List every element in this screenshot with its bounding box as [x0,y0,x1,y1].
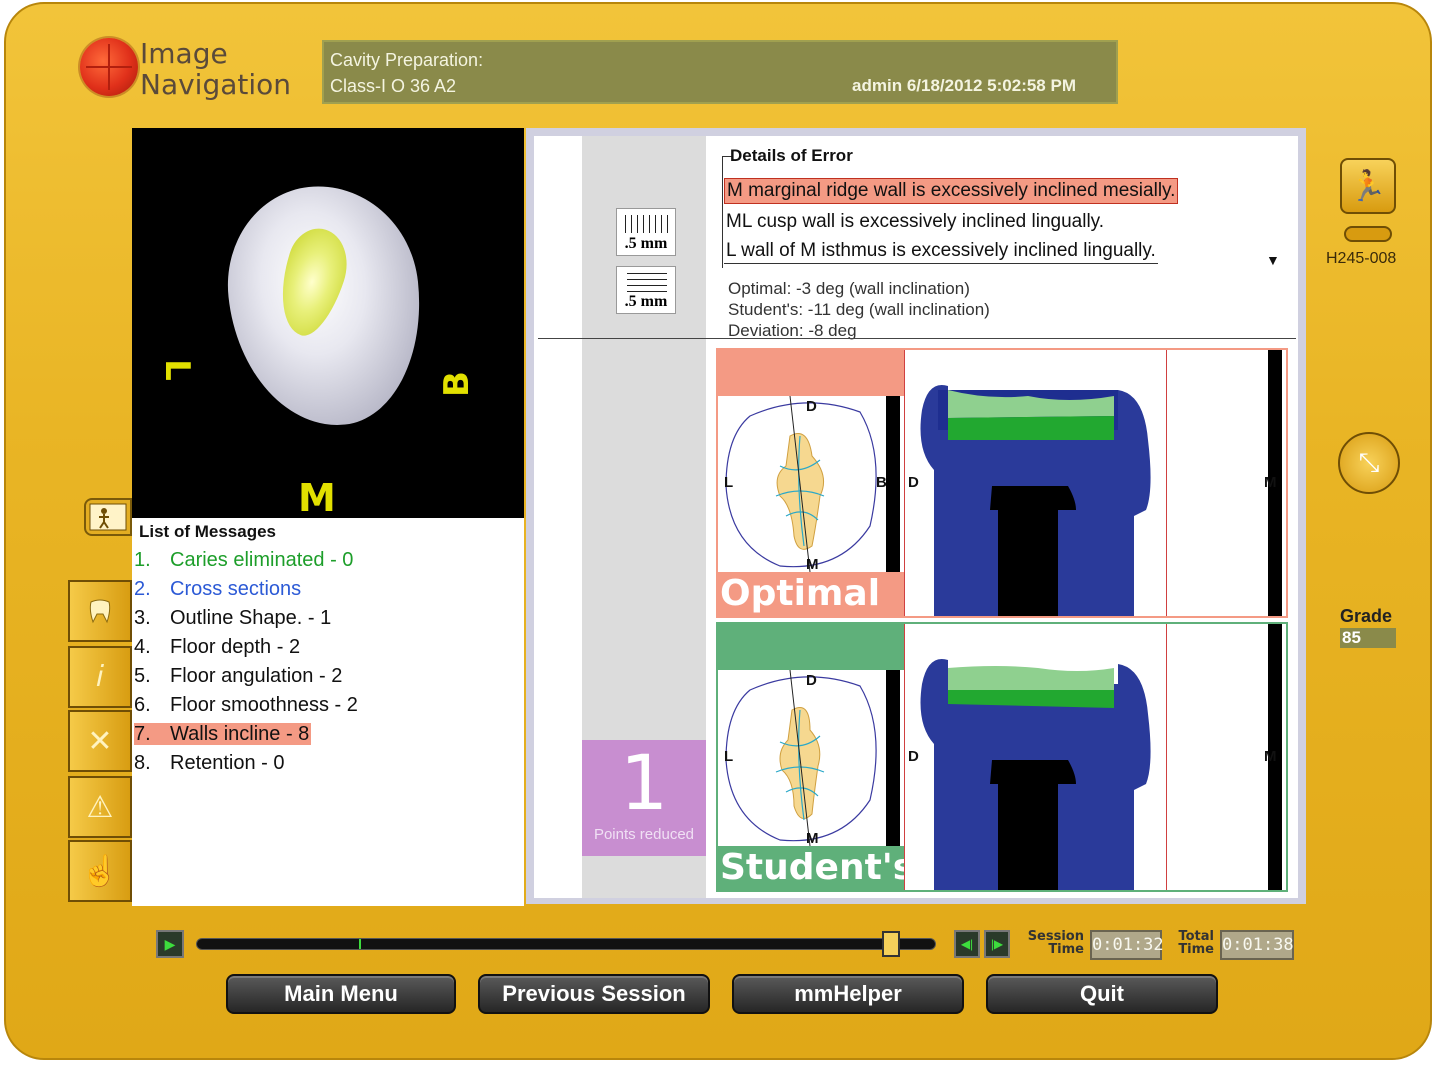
orientation-label-right: B [436,371,477,397]
hand-icon: ☝ [81,854,119,888]
main-menu-button[interactable]: Main Menu [226,974,456,1014]
warning-tool-button[interactable]: ⚠ [68,776,132,838]
main-content: .5 mm .5 mm 1 Points reduced Details of … [534,136,1298,898]
orientation-label-left: L [156,359,197,381]
optimal-value: Optimal: -3 deg (wall inclination) [728,279,970,298]
warning-icon: ⚠ [86,790,114,824]
logo: Image Navigation [80,38,310,102]
mmhelper-button[interactable]: mmHelper [732,974,964,1014]
step-forward-icon: |▶ [990,937,1004,951]
student-label: Student's [718,846,915,890]
play-button[interactable]: ▶ [156,930,184,958]
messages-title: List of Messages [139,522,276,541]
total-time-value: 0:01:38 [1220,930,1294,960]
previous-session-button[interactable]: Previous Session [478,974,710,1014]
error-item-selected[interactable]: M marginal ridge wall is excessively inc… [724,178,1179,204]
info-tool-button[interactable]: 𝑖 [68,646,132,708]
error-details: Details of Error M marginal ridge wall i… [716,146,1298,268]
message-item[interactable]: 5. Floor angulation - 2 [132,662,524,691]
grade-label: Grade [1340,606,1393,626]
run-button[interactable]: 🏃 [1340,158,1396,214]
person-icon [89,503,127,531]
logo-crosshair-icon [80,38,138,96]
points-reduced-box: 1 Points reduced [582,740,706,856]
points-reduced-value: 1 [619,738,669,827]
header-title: Cavity Preparation: [330,50,484,70]
header-subtitle: Class-I O 36 A2 [330,76,457,96]
step-back-icon: ◀| [960,937,974,951]
hand-tool-button[interactable]: ☝ [68,840,132,902]
key-icon[interactable] [1344,226,1392,242]
scale-horizontal[interactable]: .5 mm [616,266,676,314]
message-item[interactable]: 4. Floor depth - 2 [132,633,524,662]
points-reduced-label: Points reduced [593,826,695,843]
messages-list: 1. Caries eliminated - 0 2. Cross sections… [132,546,524,778]
student-side-view [920,659,1151,890]
timeline-thumb[interactable] [881,931,900,957]
quit-button[interactable]: Quit [986,974,1218,1014]
error-item[interactable]: ML cusp wall is excessively inclined lin… [724,210,1106,234]
timeline-marker [359,939,362,949]
device-id: H245-008 [1326,250,1397,267]
play-icon: ▶ [164,935,176,952]
error-item[interactable]: L wall of M isthmus is excessively incli… [724,239,1158,264]
message-item[interactable]: 2. Cross sections [132,575,524,604]
logo-line1: Image [140,37,228,70]
message-item[interactable]: 3. Outline Shape. - 1 [132,604,524,633]
info-icon: 𝑖 [96,660,104,693]
divider [538,338,1296,339]
optimal-diagram: D M L B Optimal D M [716,348,1288,618]
tooth-icon [89,599,111,624]
rotate-icon: ⤡ [1358,447,1380,477]
tooth-tool-button[interactable] [68,580,132,642]
close-tool-button[interactable]: ✕ [68,710,132,772]
student-top-view [720,669,900,847]
logo-text: Image Navigation [140,38,291,100]
session-time-label: Session Time [1027,929,1084,957]
student-diagram: D M L Student's D M [716,622,1288,892]
message-item[interactable]: 6. Floor smoothness - 2 [132,691,524,720]
step-forward-button[interactable]: |▶ [984,930,1010,958]
optimal-top-view [720,395,900,573]
header-user-datetime: admin 6/18/2012 5:02:58 PM [852,76,1076,95]
close-icon: ✕ [87,724,113,758]
step-back-button[interactable]: ◀| [954,930,980,958]
timeline-slider[interactable] [196,931,936,957]
tooth-3d-viewer[interactable]: L B M [132,128,524,518]
message-item[interactable]: 8. Retention - 0 [132,749,524,778]
header-panel: Cavity Preparation: Class-I O 36 A2 admi… [322,40,1118,104]
messages-panel: List of Messages 1. Caries eliminated - 0… [132,518,524,906]
message-item-selected[interactable]: 7. Walls incline - 8 [132,720,524,749]
error-details-title: Details of Error [730,146,853,165]
message-item[interactable]: 1. Caries eliminated - 0 [132,546,524,575]
logo-line2: Navigation [140,68,292,101]
side-toolbar: 𝑖 ✕ ⚠ ☝ [68,580,132,904]
main-panel: .5 mm .5 mm 1 Points reduced Details of … [526,128,1306,904]
student-value: Student's: -11 deg (wall inclination) [728,300,990,319]
inclination-values: Optimal: -3 deg (wall inclination) Stude… [728,278,990,341]
session-time-value: 0:01:32 [1090,930,1164,960]
total-time-label: Total Time [1178,929,1214,957]
viewer-tool-button[interactable] [84,498,132,536]
orientation-label-bottom: M [298,476,336,518]
rotate-button[interactable]: ⤡ [1338,432,1400,494]
optimal-side-view [920,385,1151,616]
grade-value: 85 [1340,628,1396,648]
run-icon: 🏃 [1349,169,1387,203]
scale-vertical[interactable]: .5 mm [616,208,676,256]
chevron-down-icon[interactable]: ▼ [1266,252,1280,268]
optimal-label: Optimal [718,572,904,616]
